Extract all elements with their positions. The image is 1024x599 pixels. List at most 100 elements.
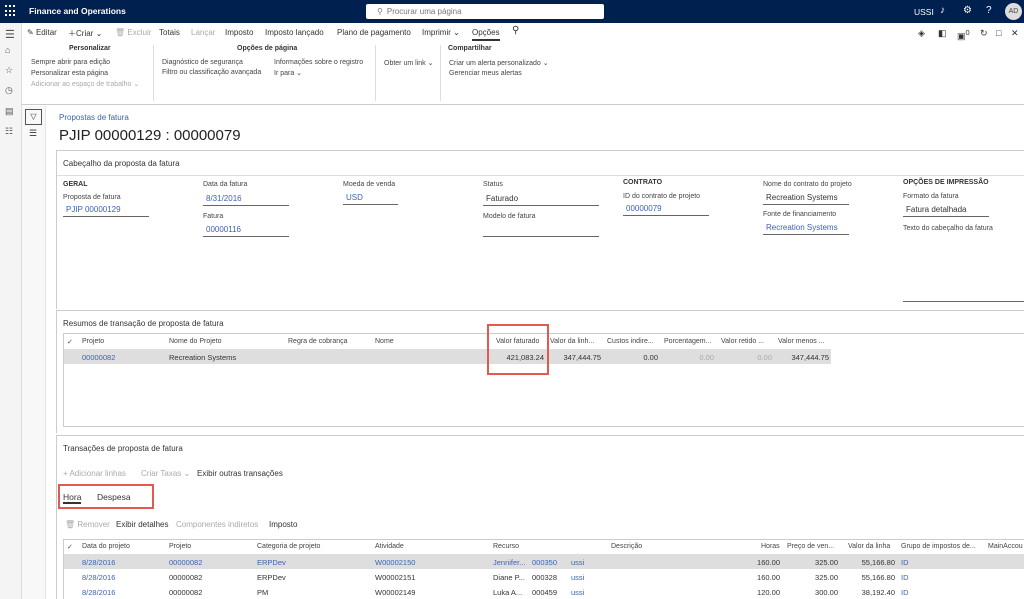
avatar[interactable]: AD xyxy=(1005,3,1022,20)
funding-field[interactable]: Recreation Systems xyxy=(763,223,849,235)
modules-list-icon[interactable]: ☷ xyxy=(5,126,13,137)
project-cell[interactable]: 00000082 xyxy=(82,353,115,362)
home-icon[interactable]: ⌂ xyxy=(5,45,10,55)
delete-button[interactable]: 🗑 Excluir xyxy=(115,28,151,37)
col-header[interactable]: Porcentagem... xyxy=(664,338,711,345)
currency-field[interactable]: USD xyxy=(343,193,398,205)
totals-button[interactable]: Totais xyxy=(159,28,180,37)
col-header[interactable]: Valor da linh... xyxy=(550,338,594,345)
always-edit-link[interactable]: Sempre abrir para edição xyxy=(31,59,110,66)
create-alert-menu[interactable]: Criar um alerta personalizado ⌄ xyxy=(449,59,549,67)
post-button[interactable]: Lançar xyxy=(191,28,215,37)
col-header[interactable]: Regra de cobrança xyxy=(288,338,348,345)
resource-name-cell[interactable]: Jennifer... xyxy=(493,558,526,567)
col-header[interactable]: Valor da linha xyxy=(848,543,890,550)
record-info-link[interactable]: Informações sobre o registro xyxy=(274,59,363,66)
advanced-filter-link[interactable]: Filtro ou classificação avançada xyxy=(162,69,261,76)
breadcrumb[interactable]: Propostas de fatura xyxy=(59,113,129,122)
waffle-menu-icon[interactable] xyxy=(5,5,17,17)
date-cell[interactable]: 8/28/2016 xyxy=(82,573,115,582)
list-toggle-icon[interactable]: ☰ xyxy=(29,128,37,139)
transactions-section-title[interactable]: Transações de proposta de fatura xyxy=(63,444,183,453)
popout-icon[interactable]: □ xyxy=(996,28,1001,38)
print-menu[interactable]: Imprimir ⌄ xyxy=(422,28,460,37)
select-all-check[interactable]: ✓ xyxy=(67,543,73,551)
summary-section-title[interactable]: Resumos de transação de proposta de fatu… xyxy=(63,319,224,328)
refresh-icon[interactable]: ↻ xyxy=(980,28,988,39)
attachments-icon[interactable]: ▣0 xyxy=(957,28,970,42)
resource-company-cell[interactable]: ussi xyxy=(571,558,584,567)
diamond-icon[interactable]: ◈ xyxy=(918,28,925,39)
company-picker[interactable]: USSI xyxy=(914,7,934,17)
personalize-page-link[interactable]: Personalizar esta página xyxy=(31,70,108,77)
date-cell[interactable]: 8/28/2016 xyxy=(82,558,115,567)
col-header[interactable]: Categoria de projeto xyxy=(257,543,320,550)
tax-sub-button[interactable]: Imposto xyxy=(269,520,297,529)
activity-cell[interactable]: W00002150 xyxy=(375,558,415,567)
header-text-field[interactable] xyxy=(903,301,1024,302)
tax-button[interactable]: Imposto xyxy=(225,28,253,37)
new-button[interactable]: ＋Criar ⌄ xyxy=(68,28,102,39)
action-search-icon[interactable]: ⚲ xyxy=(512,25,519,36)
app-title[interactable]: Finance and Operations xyxy=(29,6,126,16)
contract-id-field[interactable]: 00000079 xyxy=(623,204,709,216)
template-field[interactable] xyxy=(483,225,599,237)
security-diagnostics-link[interactable]: Diagnóstico de segurança xyxy=(162,59,243,66)
show-details-button[interactable]: Exibir detalhes xyxy=(116,520,168,529)
filter-icon[interactable]: ▽ xyxy=(25,109,42,125)
favorites-star-icon[interactable]: ☆ xyxy=(5,65,13,76)
go-to-menu[interactable]: Ir para ⌄ xyxy=(274,69,302,77)
col-header[interactable]: Atividade xyxy=(375,543,404,550)
resource-company-cell[interactable]: ussi xyxy=(571,588,584,597)
invoice-field[interactable]: 00000116 xyxy=(203,225,289,237)
gear-icon[interactable]: ⚙ xyxy=(963,5,972,16)
project-cell[interactable]: 00000082 xyxy=(169,558,202,567)
create-fees-menu[interactable]: Criar Taxas ⌄ xyxy=(141,469,190,478)
payment-plan-button[interactable]: Plano de pagamento xyxy=(337,28,411,37)
tax-group-cell[interactable]: ID xyxy=(901,558,909,567)
show-other-transactions-button[interactable]: Exibir outras transações xyxy=(197,469,283,478)
date-cell[interactable]: 8/28/2016 xyxy=(82,588,115,597)
col-header[interactable]: MainAccou xyxy=(988,543,1023,550)
tax-posted-button[interactable]: Imposto lançado xyxy=(265,28,324,37)
col-header[interactable]: Nome xyxy=(375,338,394,345)
col-header[interactable]: Projeto xyxy=(169,543,191,550)
add-lines-button[interactable]: + Adicionar linhas xyxy=(63,469,126,478)
invoice-date-field[interactable]: 8/31/2016 xyxy=(203,194,289,206)
proposal-field[interactable]: PJIP 00000129 xyxy=(63,205,149,217)
col-header[interactable]: Valor menos ... xyxy=(778,338,825,345)
add-to-workspace-link[interactable]: Adicionar ao espaço de trabalho ⌄ xyxy=(31,80,139,88)
tax-group-cell[interactable]: ID xyxy=(901,573,909,582)
col-header[interactable]: Recurso xyxy=(493,543,519,550)
tax-group-cell[interactable]: ID xyxy=(901,588,909,597)
indirect-components-button[interactable]: Componentes indiretos xyxy=(176,520,258,529)
manage-alerts-link[interactable]: Gerenciar meus alertas xyxy=(449,70,522,77)
col-header[interactable]: Grupo de impostos de... xyxy=(901,543,976,550)
contract-name-field[interactable]: Recreation Systems xyxy=(763,193,849,205)
category-cell[interactable]: ERPDev xyxy=(257,558,286,567)
format-field[interactable]: Fatura detalhada xyxy=(903,205,989,217)
recent-clock-icon[interactable]: ◷ xyxy=(5,85,13,96)
header-section-title[interactable]: Cabeçalho da proposta da fatura xyxy=(63,159,180,168)
col-header[interactable]: Preço de ven... xyxy=(787,543,834,550)
col-header[interactable]: Projeto xyxy=(82,338,104,345)
help-icon[interactable]: ? xyxy=(986,5,992,16)
resource-id-cell[interactable]: 000350 xyxy=(532,558,557,567)
hamburger-icon[interactable]: ☰ xyxy=(5,28,15,41)
bell-icon[interactable]: ♪ xyxy=(940,5,945,16)
col-header[interactable]: Data do projeto xyxy=(82,543,130,550)
office-icon[interactable]: ◧ xyxy=(938,28,947,39)
status-field[interactable]: Faturado xyxy=(483,194,599,206)
get-link-menu[interactable]: Obter um link ⌄ xyxy=(384,59,433,67)
col-header[interactable]: Nome do Projeto xyxy=(169,338,222,345)
search-input[interactable]: ⚲ Procurar uma página xyxy=(366,4,604,19)
workspaces-icon[interactable]: ▤ xyxy=(5,106,14,117)
edit-button[interactable]: ✎ Editar xyxy=(27,28,57,37)
col-header[interactable]: Valor retido ... xyxy=(721,338,764,345)
options-tab[interactable]: Opções xyxy=(472,28,500,41)
resource-company-cell[interactable]: ussi xyxy=(571,573,584,582)
col-header[interactable]: Custos indire... xyxy=(607,338,654,345)
close-icon[interactable]: ✕ xyxy=(1011,28,1019,39)
col-header[interactable]: Descrição xyxy=(611,543,642,550)
remove-button[interactable]: 🗑 Remover xyxy=(65,520,110,529)
